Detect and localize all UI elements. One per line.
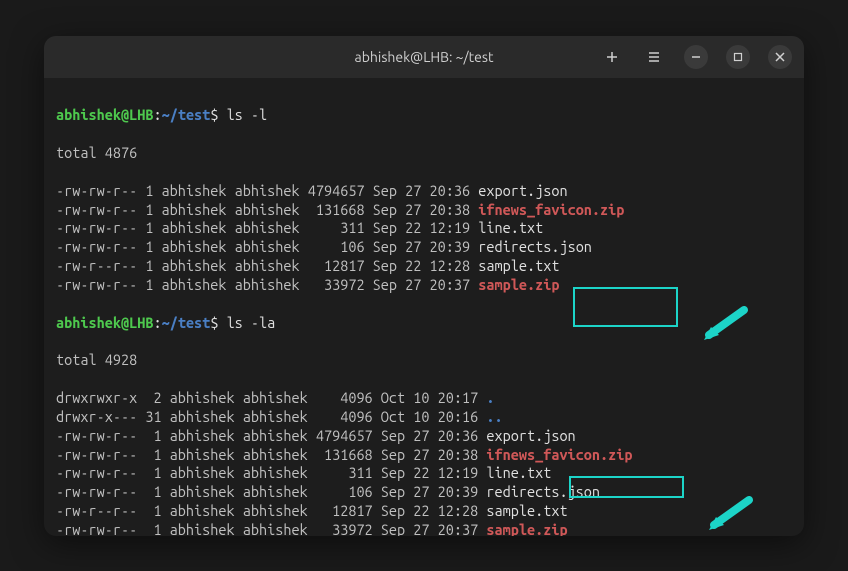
ls-output-2: drwxrwxr-x 2 abhishek abhishek 4096 Oct … — [56, 389, 792, 536]
file-row: -rw-rw-r-- 1 abhishek abhishek 4794657 S… — [56, 427, 792, 446]
file-name: sample.zip — [478, 276, 559, 293]
file-name: line.txt — [486, 464, 551, 481]
file-name: export.json — [478, 182, 567, 199]
file-row: -rw-rw-r-- 1 abhishek abhishek 131668 Se… — [56, 446, 792, 465]
file-row: -rw-rw-r-- 1 abhishek abhishek 4794657 S… — [56, 182, 792, 201]
file-name: sample.zip — [486, 521, 567, 536]
file-row: -rw-r--r-- 1 abhishek abhishek 12817 Sep… — [56, 257, 792, 276]
file-name: line.txt — [478, 219, 543, 236]
titlebar-controls — [600, 45, 792, 69]
file-row: -rw-rw-r-- 1 abhishek abhishek 131668 Se… — [56, 201, 792, 220]
file-name: . — [486, 389, 494, 406]
window-title: abhishek@LHB: ~/test — [355, 49, 494, 65]
file-name: ifnews_favicon.zip — [486, 446, 632, 463]
file-name: sample.txt — [478, 257, 559, 274]
command-2: ls -la — [227, 314, 276, 331]
file-name: sample.txt — [486, 502, 567, 519]
menu-button[interactable] — [642, 45, 666, 69]
file-row: -rw-rw-r-- 1 abhishek abhishek 106 Sep 2… — [56, 238, 792, 257]
file-row: drwxrwxr-x 2 abhishek abhishek 4096 Oct … — [56, 389, 792, 408]
maximize-button[interactable] — [726, 45, 750, 69]
file-row: -rw-r--r-- 1 abhishek abhishek 12817 Sep… — [56, 502, 792, 521]
prompt-user: abhishek@LHB — [56, 106, 153, 123]
file-row: drwxr-x--- 31 abhishek abhishek 4096 Oct… — [56, 408, 792, 427]
command-1: ls -l — [227, 106, 268, 123]
prompt-path: ~/test — [162, 106, 211, 123]
file-row: -rw-rw-r-- 1 abhishek abhishek 33972 Sep… — [56, 521, 792, 536]
file-row: -rw-rw-r-- 1 abhishek abhishek 311 Sep 2… — [56, 464, 792, 483]
total-line: total 4928 — [56, 351, 792, 370]
file-name: export.json — [486, 427, 575, 444]
total-line: total 4876 — [56, 144, 792, 163]
prompt-line: abhishek@LHB:~/test$ ls -l — [56, 106, 792, 125]
file-name: .. — [486, 408, 502, 425]
close-button[interactable] — [768, 45, 792, 69]
file-row: -rw-rw-r-- 1 abhishek abhishek 33972 Sep… — [56, 276, 792, 295]
terminal-window: abhishek@LHB: ~/test abhishek@LHB:~/test… — [44, 36, 804, 536]
minimize-button[interactable] — [684, 45, 708, 69]
prompt-line: abhishek@LHB:~/test$ ls -la — [56, 314, 792, 333]
file-name: redirects.json — [486, 483, 600, 500]
file-row: -rw-rw-r-- 1 abhishek abhishek 311 Sep 2… — [56, 219, 792, 238]
file-name: ifnews_favicon.zip — [478, 201, 624, 218]
file-row: -rw-rw-r-- 1 abhishek abhishek 106 Sep 2… — [56, 483, 792, 502]
titlebar: abhishek@LHB: ~/test — [44, 36, 804, 78]
file-name: redirects.json — [478, 238, 592, 255]
terminal-body[interactable]: abhishek@LHB:~/test$ ls -l total 4876 -r… — [44, 78, 804, 536]
ls-output-1: -rw-rw-r-- 1 abhishek abhishek 4794657 S… — [56, 182, 792, 295]
new-tab-button[interactable] — [600, 45, 624, 69]
